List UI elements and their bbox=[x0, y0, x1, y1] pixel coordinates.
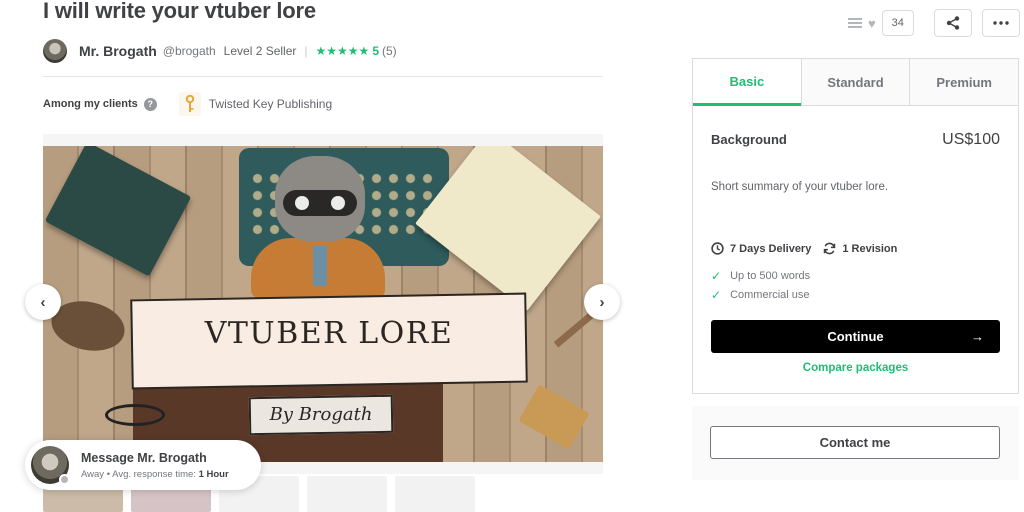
feature-item: ✓ Up to 500 words bbox=[711, 266, 810, 285]
seller-handle: @brogath bbox=[162, 44, 216, 58]
package-price: US$100 bbox=[942, 131, 1000, 148]
key-icon bbox=[178, 92, 201, 116]
separator: | bbox=[304, 44, 308, 58]
compare-packages-link[interactable]: Compare packages bbox=[693, 362, 1018, 374]
star-rating-icon: ★★★★★ bbox=[315, 44, 370, 58]
illustration-eye bbox=[295, 196, 309, 210]
chevron-right-icon: › bbox=[599, 293, 605, 311]
gallery-thumbnail[interactable] bbox=[395, 476, 475, 512]
clients-label: Among my clients bbox=[43, 98, 138, 110]
response-label: Avg. response time: bbox=[112, 468, 196, 480]
illustration-glasses bbox=[105, 404, 165, 426]
rating-value: 5 bbox=[372, 44, 379, 58]
illustration-book bbox=[44, 146, 192, 277]
illustration-box bbox=[518, 384, 590, 450]
delivery-time: 7 Days Delivery bbox=[730, 242, 812, 255]
share-icon bbox=[946, 16, 960, 30]
tab-standard[interactable]: Standard bbox=[800, 59, 910, 105]
package-tabs: Basic Standard Premium bbox=[693, 59, 1019, 106]
illustration-eye bbox=[331, 196, 345, 210]
tab-basic[interactable]: Basic bbox=[693, 59, 801, 106]
feature-item: ✓ Commercial use bbox=[711, 285, 810, 304]
continue-label: Continue bbox=[827, 329, 884, 344]
chevron-left-icon: ‹ bbox=[40, 293, 46, 311]
gallery-thumbnail[interactable] bbox=[307, 476, 387, 512]
gallery-next-button[interactable]: › bbox=[584, 284, 620, 320]
bullet: • bbox=[106, 468, 111, 480]
illustration-tie bbox=[313, 246, 327, 286]
feature-label: Commercial use bbox=[730, 288, 810, 301]
heart-icon[interactable]: ♥ bbox=[868, 16, 876, 31]
contact-section: Contact me bbox=[692, 406, 1019, 480]
package-name: Background bbox=[711, 132, 787, 147]
seller-name[interactable]: Mr. Brogath bbox=[79, 43, 157, 59]
client-name: Twisted Key Publishing bbox=[208, 97, 333, 111]
check-icon: ✓ bbox=[711, 268, 722, 283]
package-description: Short summary of your vtuber lore. bbox=[711, 181, 889, 193]
more-options-button[interactable] bbox=[982, 9, 1020, 37]
status-dot bbox=[59, 474, 70, 485]
package-features: ✓ Up to 500 words ✓ Commercial use bbox=[711, 266, 810, 304]
like-count: 34 bbox=[881, 10, 914, 36]
message-status-line: Away • Avg. response time: 1 Hour bbox=[81, 469, 229, 480]
rating-count[interactable]: (5) bbox=[382, 44, 397, 58]
revisions: 1 Revision bbox=[842, 242, 898, 255]
package-meta: 7 Days Delivery 1 Revision bbox=[711, 242, 897, 255]
share-button[interactable] bbox=[934, 9, 972, 37]
response-value: 1 Hour bbox=[198, 468, 229, 480]
gig-title: I will write your vtuber lore bbox=[43, 0, 316, 23]
contact-me-button[interactable]: Contact me bbox=[710, 426, 1000, 459]
gallery-prev-button[interactable]: ‹ bbox=[25, 284, 61, 320]
top-actions: ♥ 34 bbox=[848, 9, 914, 37]
seller-level: Level 2 Seller bbox=[223, 44, 297, 58]
divider bbox=[43, 76, 603, 77]
message-seller-widget[interactable]: Message Mr. Brogath Away • Avg. response… bbox=[25, 440, 261, 490]
package-card: Basic Standard Premium Background US$100… bbox=[692, 58, 1019, 394]
message-text: Message Mr. Brogath Away • Avg. response… bbox=[81, 451, 229, 480]
byline-text: By Brogath bbox=[269, 404, 373, 425]
seller-avatar[interactable] bbox=[43, 39, 67, 63]
check-icon: ✓ bbox=[711, 287, 722, 302]
status-text: Away bbox=[81, 468, 105, 480]
tab-premium[interactable]: Premium bbox=[909, 59, 1019, 105]
continue-button[interactable]: Continue → bbox=[711, 320, 1000, 353]
clock-icon bbox=[711, 242, 724, 255]
more-icon bbox=[993, 21, 1009, 25]
arrow-right-icon: → bbox=[971, 329, 984, 344]
package-header: Background US$100 bbox=[711, 131, 1000, 149]
seller-row: Mr. Brogath @brogath Level 2 Seller | ★★… bbox=[43, 38, 397, 64]
collections-menu-icon[interactable] bbox=[848, 18, 862, 28]
help-icon[interactable]: ? bbox=[143, 97, 157, 111]
refresh-icon bbox=[824, 242, 836, 255]
feature-label: Up to 500 words bbox=[730, 269, 811, 282]
banner-text: VTUBER LORE bbox=[204, 316, 454, 351]
message-title: Message Mr. Brogath bbox=[81, 450, 207, 465]
gallery-image[interactable]: VTUBER LORE By Brogath bbox=[43, 146, 603, 462]
clients-row: Among my clients ? Twisted Key Publishin… bbox=[43, 92, 332, 116]
seller-avatar bbox=[31, 446, 70, 485]
